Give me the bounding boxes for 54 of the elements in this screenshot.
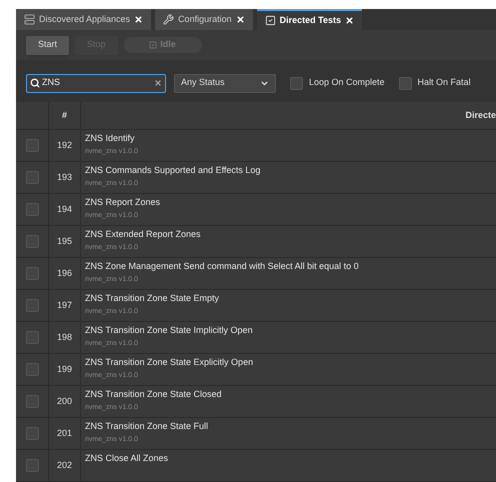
test-name: ZNS Commands Supported and Effects Log [85, 164, 262, 177]
test-name: ZNS Close All Zones [85, 452, 170, 465]
checkbox[interactable] [26, 299, 38, 312]
test-name: ZNS Report Zones [85, 196, 162, 209]
checkbox-label: Loop On Complete [309, 76, 385, 90]
test-name: ZNS Transition Zone State Explicitly Open [85, 356, 254, 369]
test-name: ZNS Identify [85, 132, 136, 145]
column-header[interactable]: Directe [465, 108, 496, 122]
table-cell-text: 195 [56, 234, 72, 248]
table-cell-text: 192 [56, 138, 72, 152]
search-icon [30, 78, 40, 88]
status-dropdown[interactable]: Any Status [174, 74, 276, 93]
search-field[interactable]: ZNS [26, 74, 166, 93]
table-cell-text: 197 [56, 298, 72, 312]
checkbox[interactable] [26, 139, 38, 152]
checkbox[interactable] [398, 76, 412, 90]
checkbox[interactable] [26, 427, 38, 440]
tab[interactable]: Configuration [155, 9, 253, 30]
server-icon [24, 14, 35, 26]
test-name: ZNS Transition Zone State Closed [85, 388, 223, 401]
column-header[interactable]: # [62, 108, 67, 122]
test-name: ZNS Zone Management Send command with Select All bit equal to 0 [85, 260, 360, 273]
table-cell-text: 200 [56, 394, 72, 408]
checkbox[interactable] [26, 267, 38, 280]
wrench-icon [163, 14, 174, 26]
checkbox[interactable] [26, 395, 38, 408]
table-cell-text: 201 [56, 426, 72, 440]
table-cell-text: 193 [56, 170, 72, 184]
checkbox[interactable] [26, 171, 38, 184]
checkbox-icon [264, 15, 276, 26]
test-name: ZNS Transition Zone State Implicitly Open [85, 324, 254, 337]
checkbox-icon [149, 41, 158, 50]
test-name: ZNS Extended Report Zones [85, 228, 202, 241]
checkbox[interactable] [26, 331, 38, 344]
table-cell-text: 199 [56, 362, 72, 376]
clear-icon[interactable] [154, 79, 162, 88]
tab[interactable]: Discovered Appliances [16, 9, 152, 30]
checkbox-label: Halt On Fatal [418, 76, 471, 90]
test-name: ZNS Transition Zone State Empty [85, 292, 220, 305]
table-cell-text: 194 [56, 202, 72, 216]
checkbox[interactable] [26, 363, 38, 376]
close-icon[interactable] [134, 15, 144, 24]
checkbox[interactable] [26, 459, 38, 472]
checkbox[interactable] [26, 235, 38, 248]
toolbar-button[interactable]: Start [26, 36, 70, 55]
checkbox[interactable] [26, 203, 38, 216]
table-cell-text: 198 [56, 330, 72, 344]
checkbox[interactable] [290, 76, 303, 90]
close-icon[interactable] [236, 15, 245, 24]
table-cell-text: 196 [56, 266, 72, 280]
table-cell-text: 202 [56, 458, 72, 472]
test-name: ZNS Transition Zone State Full [85, 420, 210, 433]
close-icon[interactable] [344, 16, 354, 26]
tab[interactable]: Directed Tests [256, 9, 362, 30]
